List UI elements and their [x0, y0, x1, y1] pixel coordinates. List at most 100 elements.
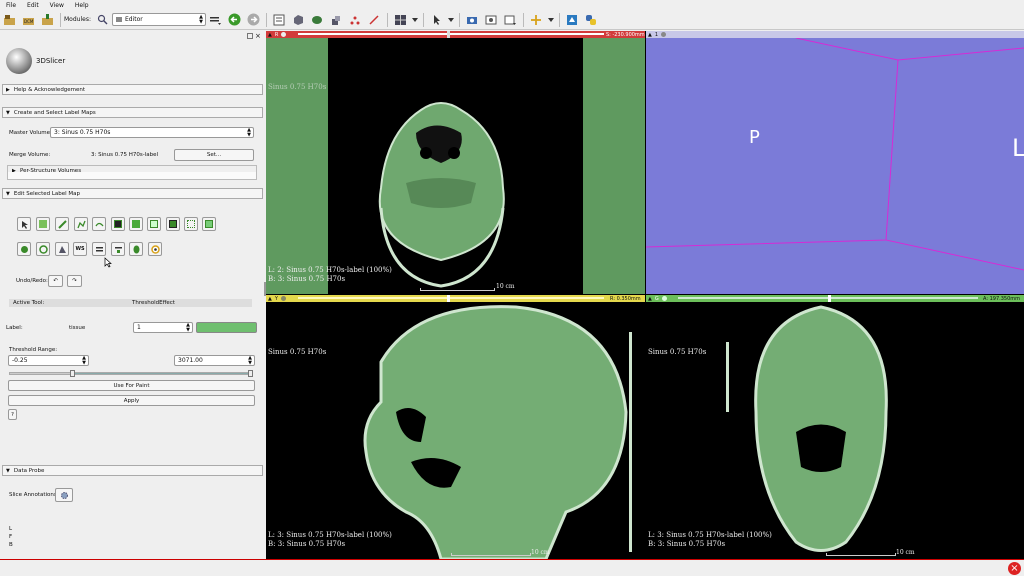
toolbar-separator	[60, 12, 61, 27]
watershed-icon[interactable]: WS	[73, 242, 87, 256]
identify-islands-icon[interactable]	[129, 217, 143, 231]
module-selector[interactable]: Editor ▲ ▼	[111, 13, 206, 26]
red-slice-view[interactable]: L: 2: Sinus 0.75 H70s-label (100%) B: 3:…	[266, 38, 645, 294]
module-selector-icon	[115, 17, 122, 22]
menu-view[interactable]: View	[50, 2, 64, 9]
paint-tool-icon[interactable]	[55, 217, 69, 231]
threshold-min-handle[interactable]	[70, 370, 75, 377]
threshold-min-spinbox[interactable]: -0.25 ▲ ▼	[8, 355, 89, 366]
screenshot-icon[interactable]	[465, 12, 480, 27]
label-statistics-icon[interactable]	[129, 242, 143, 256]
editor-module-icon[interactable]	[367, 12, 382, 27]
default-tool-icon[interactable]	[17, 217, 31, 231]
section-edit-label-map[interactable]: ▼ Edit Selected Label Map	[2, 188, 263, 199]
save-data-icon[interactable]	[40, 12, 55, 27]
python-console-icon[interactable]	[584, 12, 599, 27]
menu-help[interactable]: Help	[75, 2, 89, 9]
module-search-icon[interactable]	[95, 12, 110, 27]
change-label-icon[interactable]	[36, 217, 50, 231]
fast-marching-icon[interactable]	[92, 242, 106, 256]
green-link-icon[interactable]	[661, 296, 667, 301]
wand-effect-icon[interactable]	[111, 242, 125, 256]
undo-button[interactable]: ↶	[48, 275, 63, 287]
menu-file[interactable]: File	[6, 2, 16, 9]
use-for-paint-button[interactable]: Use For Paint	[8, 380, 255, 391]
threed-link-icon[interactable]	[661, 32, 667, 37]
label-value-spinbox[interactable]: 1 ▲ ▼	[133, 322, 193, 333]
label-color-swatch[interactable]	[196, 322, 257, 333]
yellow-offset-slider[interactable]	[298, 297, 604, 299]
red-offset-handle[interactable]	[447, 31, 450, 38]
threshold-tool-icon[interactable]	[17, 242, 31, 256]
redo-button[interactable]: ↷	[67, 275, 82, 287]
red-top-text: Sinus 0.75 H70s	[268, 83, 327, 91]
error-log-button[interactable]: ×	[1008, 562, 1021, 575]
yellow-slice-controller[interactable]: ▲ Y R: 0.350mm	[266, 295, 645, 302]
module-history-icon[interactable]	[208, 12, 223, 27]
rectangle-tool-icon[interactable]	[111, 217, 125, 231]
green-slice-view[interactable]: Sinus 0.75 H70s L: 3: Sinus 0.75 H70s-la…	[646, 302, 1024, 559]
red-offset-slider[interactable]	[298, 33, 604, 35]
yellow-link-icon[interactable]	[280, 296, 286, 301]
master-volume-selector[interactable]: 3: Sinus 0.75 H70s ▲ ▼	[50, 127, 254, 138]
grow-cut-icon[interactable]	[36, 242, 50, 256]
models-module-icon[interactable]	[310, 12, 325, 27]
help-button[interactable]: ?	[8, 409, 17, 420]
menu-edit[interactable]: Edit	[27, 2, 39, 9]
layout-icon[interactable]	[393, 12, 408, 27]
paint-brush-icon[interactable]	[148, 242, 162, 256]
scene-views-icon[interactable]	[484, 12, 499, 27]
save-island-icon[interactable]	[184, 217, 198, 231]
mouse-mode-dropdown-icon[interactable]	[447, 12, 454, 27]
active-tool-label: Active Tool:	[13, 300, 45, 306]
threed-pin-icon[interactable]: ▲	[648, 32, 652, 38]
crosshair-dropdown-icon[interactable]	[547, 12, 554, 27]
per-structure-frame	[7, 172, 257, 180]
mouse-mode-icon[interactable]	[429, 12, 444, 27]
draw-tool-icon[interactable]	[74, 217, 88, 231]
section-data-probe[interactable]: ▼ Data Probe	[2, 465, 263, 476]
section-help[interactable]: ▶ Help & Acknowledgement	[2, 84, 263, 95]
green-offset-handle[interactable]	[828, 295, 831, 302]
crosshair-settings-icon[interactable]	[503, 12, 518, 27]
forward-arrow-icon[interactable]	[246, 12, 261, 27]
transforms-module-icon[interactable]	[329, 12, 344, 27]
extension-manager-icon[interactable]	[565, 12, 580, 27]
erode-dilate-icon[interactable]	[202, 217, 216, 231]
threed-view-controller[interactable]: ▲ 1	[646, 31, 1024, 38]
red-link-icon[interactable]	[281, 32, 287, 37]
make-model-icon[interactable]	[55, 242, 69, 256]
red-ruler-label: 10 cm	[496, 283, 515, 290]
crosshair-icon[interactable]	[529, 12, 544, 27]
red-pin-icon[interactable]: ▲	[268, 32, 272, 38]
threshold-range-slider[interactable]	[9, 370, 253, 377]
green-pin-icon[interactable]: ▲	[648, 296, 652, 302]
level-tracing-icon[interactable]	[92, 217, 106, 231]
panel-close-icon[interactable]: ×	[255, 32, 261, 40]
layout-dropdown-icon[interactable]	[411, 12, 418, 27]
red-slice-controller[interactable]: ▲ R S: -230.900mm	[266, 31, 645, 38]
markups-module-icon[interactable]	[348, 12, 363, 27]
slice-annotations-button[interactable]	[55, 488, 73, 502]
panel-float-icon[interactable]	[247, 33, 253, 39]
green-slice-controller[interactable]: ▲ G A: 197.350mm	[646, 295, 1024, 302]
collapse-icon: ▼	[6, 467, 10, 474]
section-create-label-maps[interactable]: ▼ Create and Select Label Maps	[2, 107, 263, 118]
set-merge-button[interactable]: Set...	[174, 149, 254, 161]
threshold-max-spinbox[interactable]: 3071.00 ▲ ▼	[174, 355, 255, 366]
undo-icon: ↶	[53, 278, 58, 284]
apply-button[interactable]: Apply	[8, 395, 255, 406]
volumes-module-icon[interactable]	[291, 12, 306, 27]
threshold-max-handle[interactable]	[248, 370, 253, 377]
load-data-icon[interactable]	[2, 12, 17, 27]
dicom-icon[interactable]: DCM	[21, 12, 36, 27]
data-module-icon[interactable]	[272, 12, 287, 27]
yellow-pin-icon[interactable]: ▲	[268, 296, 272, 302]
change-island-icon[interactable]	[147, 217, 161, 231]
active-tool-bar	[9, 299, 252, 307]
back-arrow-icon[interactable]	[227, 12, 242, 27]
threed-view[interactable]: P L	[646, 38, 1024, 294]
remove-islands-icon[interactable]	[166, 217, 180, 231]
yellow-slice-view[interactable]: Sinus 0.75 H70s L: 3: Sinus 0.75 H70s-la…	[266, 302, 645, 559]
yellow-offset-handle[interactable]	[447, 295, 450, 302]
